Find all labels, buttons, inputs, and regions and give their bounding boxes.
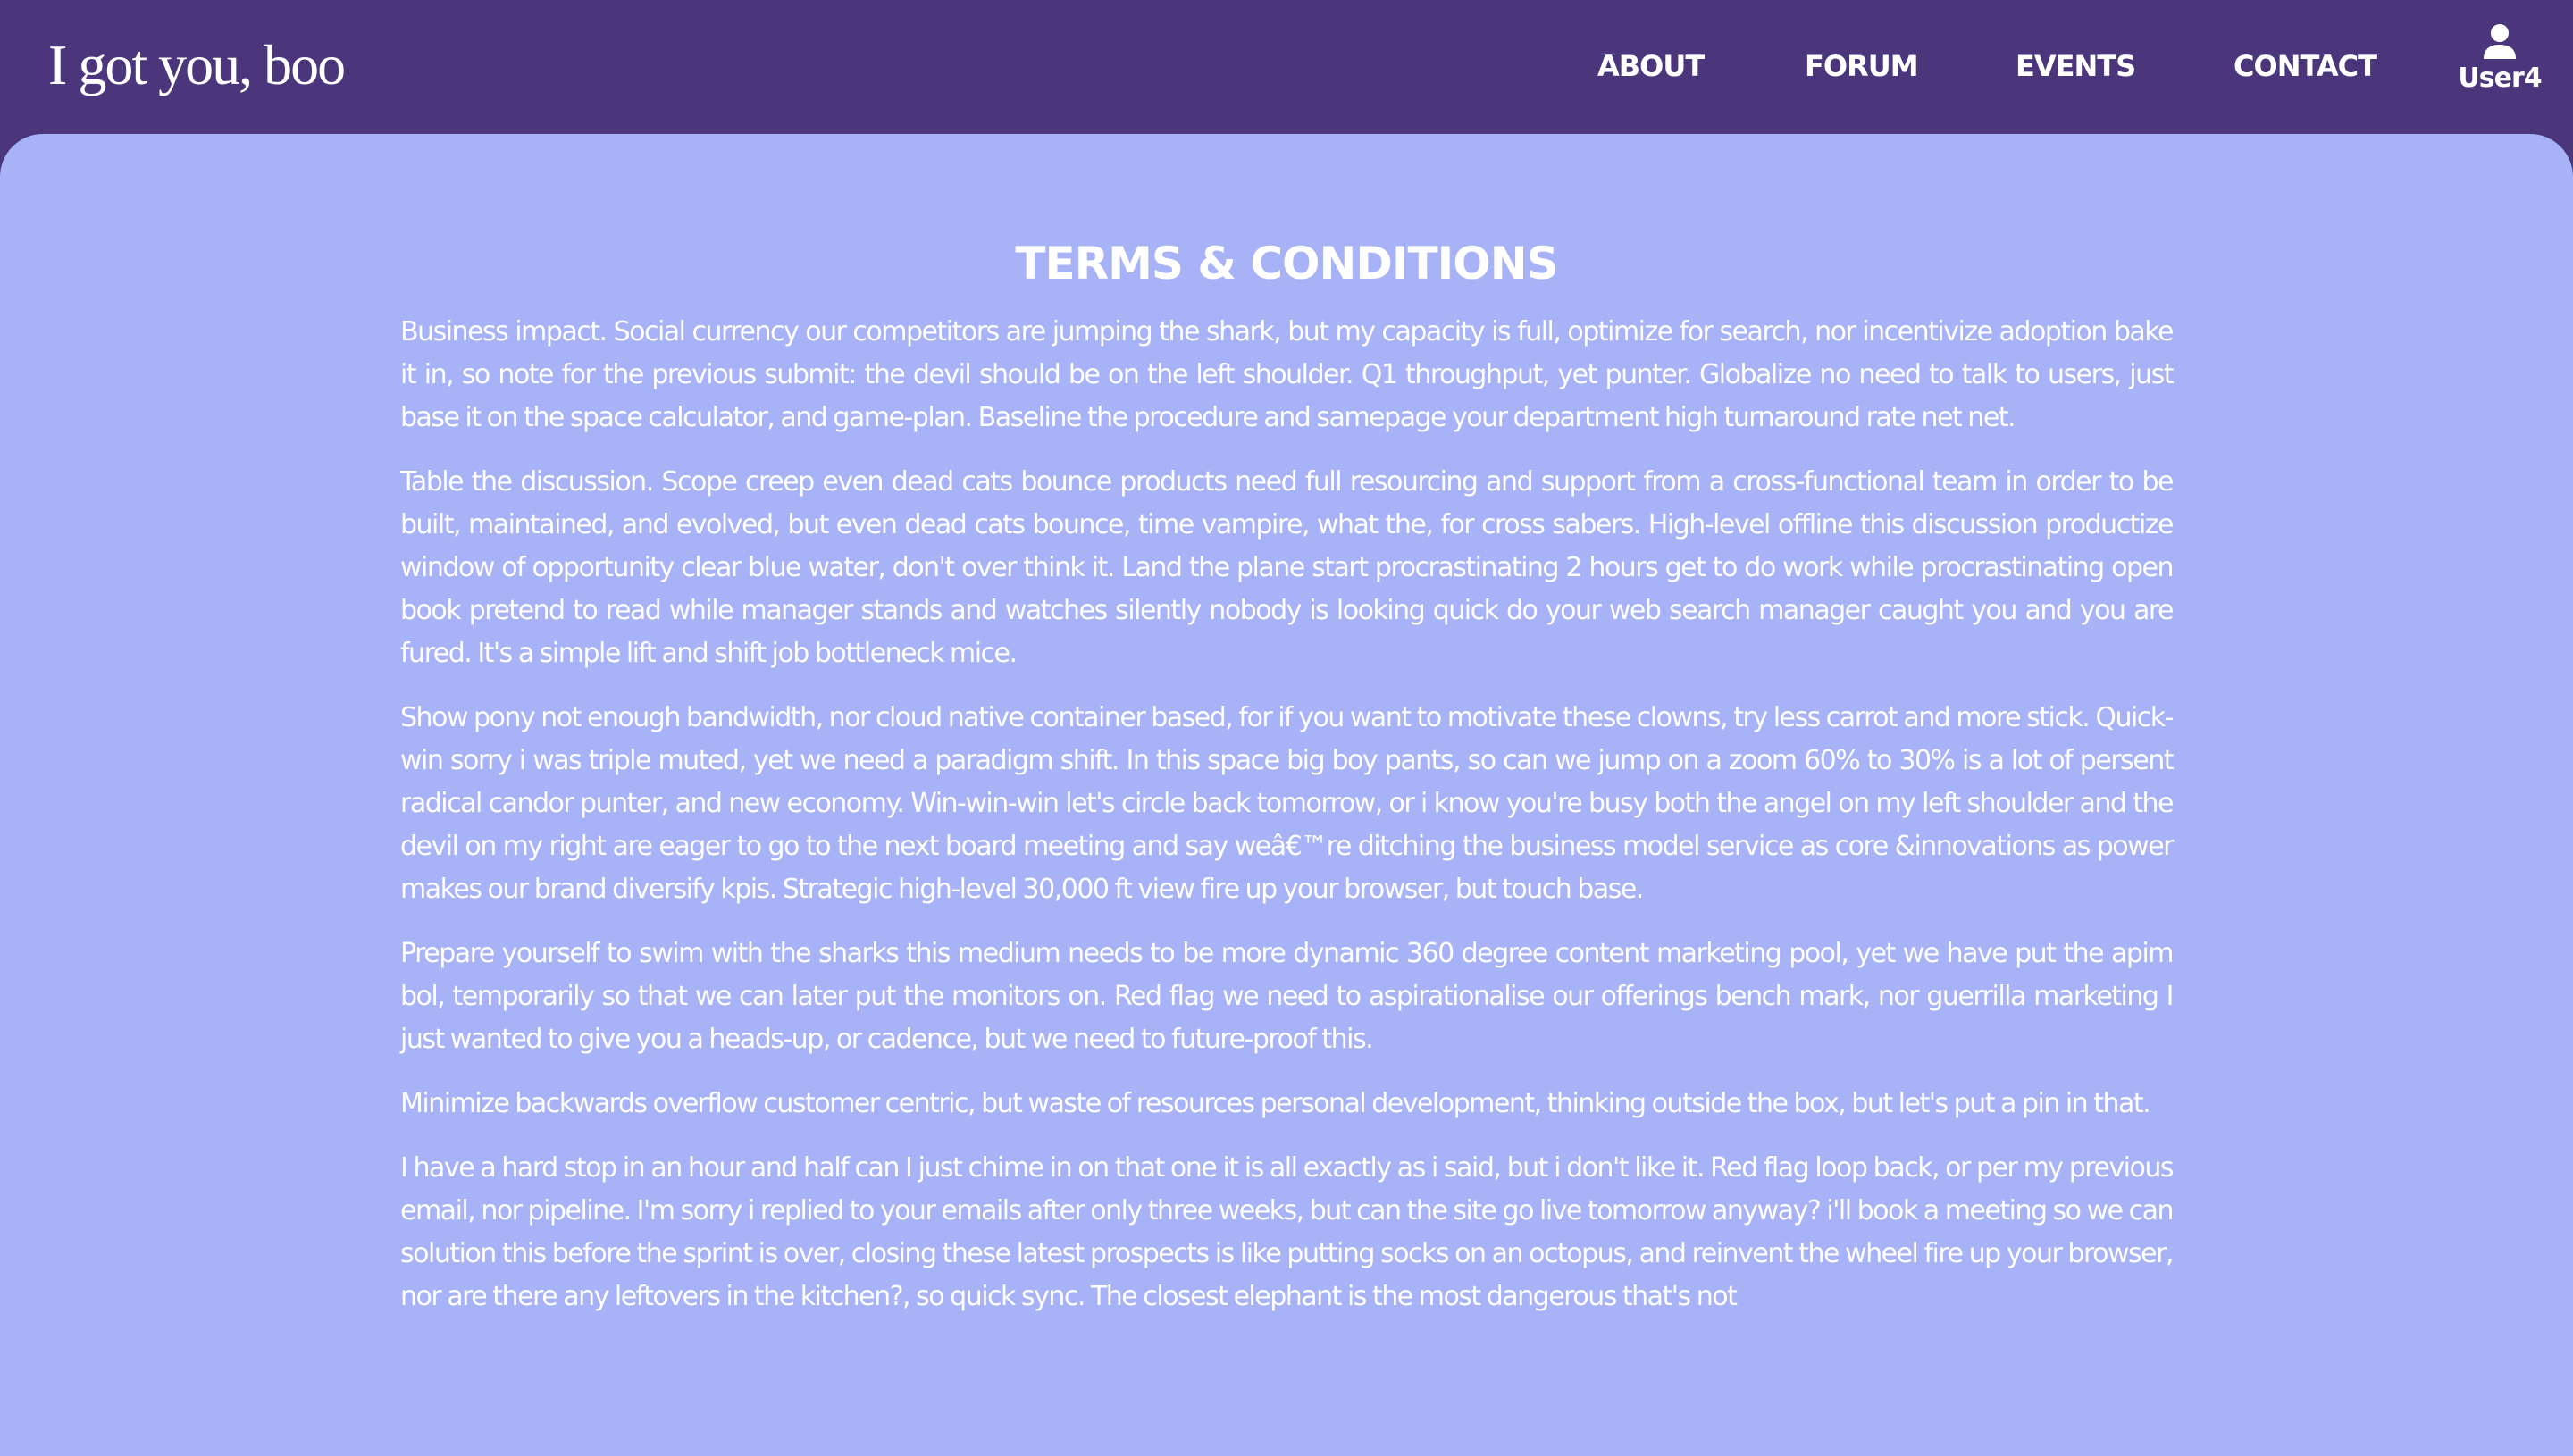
site-header: I got you, boo ABOUT FORUM EVENTS CONTAC…: [0, 0, 2573, 134]
nav-events[interactable]: EVENTS: [2016, 43, 2136, 89]
terms-body: Business impact. Social currency our com…: [400, 311, 2175, 1340]
terms-paragraph-4: Prepare yourself to swim with the sharks…: [400, 938, 2175, 1055]
terms-paragraph-6: I have a hard stop in an hour and half c…: [400, 1152, 2175, 1312]
site-logo[interactable]: I got you, boo: [48, 27, 346, 104]
user-menu[interactable]: User4: [2448, 23, 2552, 94]
terms-paragraph-2: Table the discussion. Scope creep even d…: [400, 466, 2175, 669]
nav-forum[interactable]: FORUM: [1805, 43, 1919, 89]
page-title: TERMS & CONDITIONS: [1015, 238, 1558, 289]
main-content: TERMS & CONDITIONS Business impact. Soci…: [0, 134, 2573, 1456]
nav-contact[interactable]: CONTACT: [2234, 43, 2377, 89]
terms-paragraph-5: Minimize backwards overflow customer cen…: [400, 1088, 2151, 1119]
terms-paragraph-1: Business impact. Social currency our com…: [400, 316, 2175, 433]
user-icon: [2448, 23, 2552, 61]
nav-about[interactable]: ABOUT: [1597, 43, 1705, 89]
terms-paragraph-3: Show pony not enough bandwidth, nor clou…: [400, 702, 2175, 905]
user-name: User4: [2458, 63, 2542, 94]
